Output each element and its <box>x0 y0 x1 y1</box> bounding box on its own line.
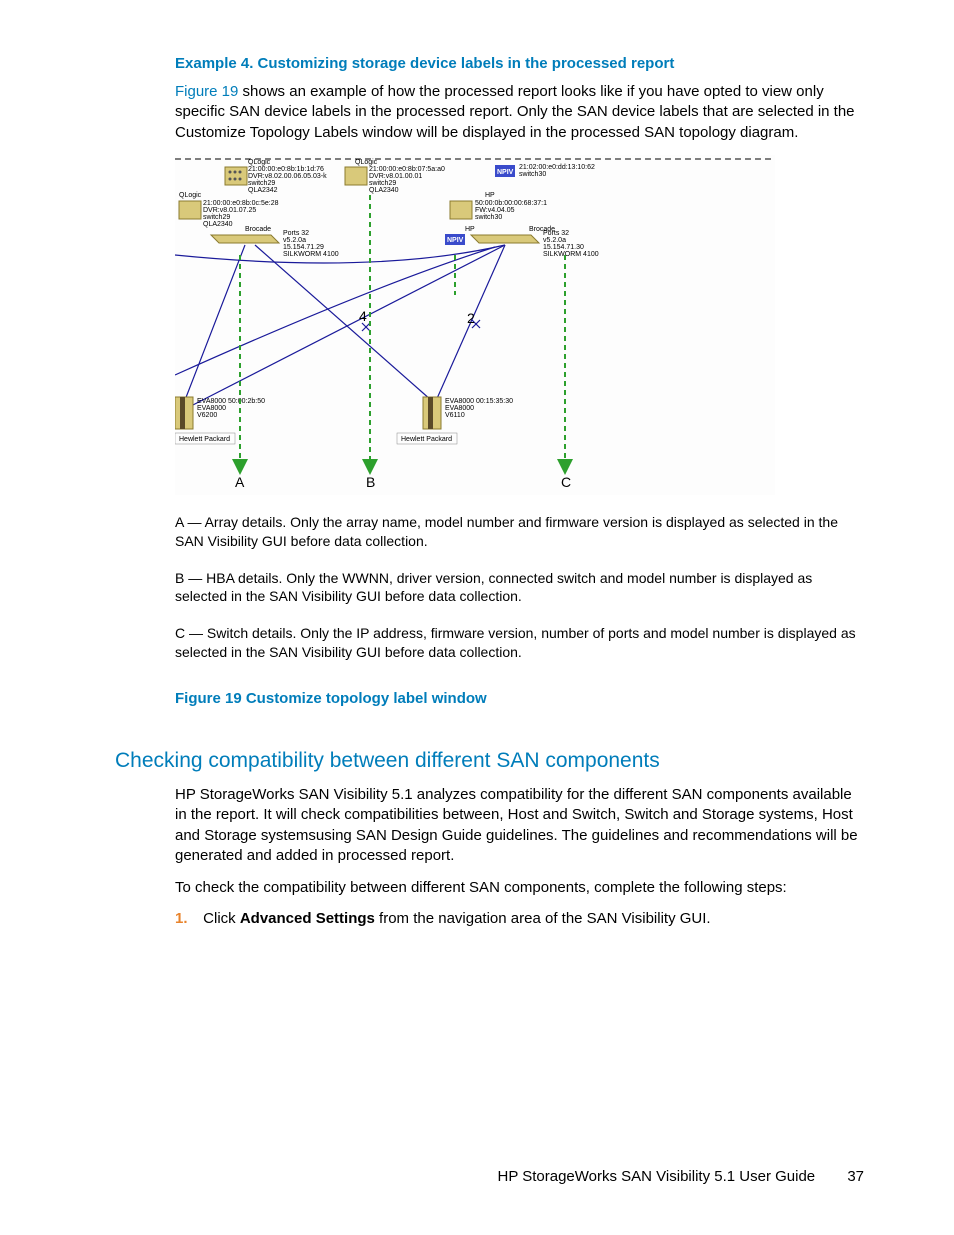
svg-text:switch30: switch30 <box>519 171 546 178</box>
svg-text:NPIV: NPIV <box>447 237 464 244</box>
svg-text:QLA2340: QLA2340 <box>369 187 399 194</box>
svg-text:EVA8000: EVA8000 <box>445 405 474 412</box>
svg-text:EVA8000: EVA8000 <box>197 405 226 412</box>
svg-text:Ports 32: Ports 32 <box>543 230 569 237</box>
svg-text:C: C <box>561 474 571 490</box>
svg-text:QLogic: QLogic <box>355 159 378 166</box>
step-1-bold: Advanced Settings <box>240 910 375 927</box>
svg-text:HP: HP <box>465 226 475 233</box>
footer-page-number: 37 <box>847 1168 864 1185</box>
svg-text:QLA2340: QLA2340 <box>203 221 233 228</box>
svg-text:EVA8000 00:15:35:30: EVA8000 00:15:35:30 <box>445 398 513 405</box>
svg-text:QLogic: QLogic <box>248 159 271 166</box>
svg-text:switch30: switch30 <box>475 214 502 221</box>
legend-b: B — HBA details. Only the WWNN, driver v… <box>175 569 864 607</box>
svg-text:21:00:00:e0:8b:0c:5e:28: 21:00:00:e0:8b:0c:5e:28 <box>203 200 279 207</box>
svg-text:NPIV: NPIV <box>497 169 514 176</box>
section-p1: HP StorageWorks SAN Visibility 5.1 analy… <box>175 785 864 866</box>
intro-paragraph: Figure 19 shows an example of how the pr… <box>175 82 864 143</box>
svg-text:v5.2.0a: v5.2.0a <box>543 237 566 244</box>
svg-text:QLogic: QLogic <box>179 192 202 199</box>
svg-text:15.154.71.30: 15.154.71.30 <box>543 244 584 251</box>
svg-text:HP: HP <box>485 192 495 199</box>
svg-text:V6200: V6200 <box>197 412 217 419</box>
svg-text:Brocade: Brocade <box>245 226 271 233</box>
svg-text:DVR:v8.02.00.06.05.03-k: DVR:v8.02.00.06.05.03-k <box>248 173 327 180</box>
svg-text:21:00:00:e0:8b:1b:1d:76: 21:00:00:e0:8b:1b:1d:76 <box>248 166 324 173</box>
footer-title: HP StorageWorks SAN Visibility 5.1 User … <box>498 1168 816 1185</box>
svg-text:switch29: switch29 <box>248 180 275 187</box>
svg-text:EVA8000 50:00:2b:50: EVA8000 50:00:2b:50 <box>197 398 265 405</box>
svg-text:15.154.71.29: 15.154.71.29 <box>283 244 324 251</box>
svg-text:4: 4 <box>359 308 367 324</box>
svg-text:Ports 32: Ports 32 <box>283 230 309 237</box>
section-heading-compatibility: Checking compatibility between different… <box>115 749 864 773</box>
svg-text:A: A <box>235 474 245 490</box>
svg-text:2: 2 <box>467 310 475 326</box>
svg-text:V6110: V6110 <box>445 412 465 419</box>
page-footer: HP StorageWorks SAN Visibility 5.1 User … <box>498 1168 865 1185</box>
svg-text:v5.2.0a: v5.2.0a <box>283 237 306 244</box>
intro-text: shows an example of how the processed re… <box>175 83 855 141</box>
svg-text:switch29: switch29 <box>369 180 396 187</box>
svg-text:Hewlett Packard: Hewlett Packard <box>401 436 452 443</box>
svg-text:QLA2342: QLA2342 <box>248 187 278 194</box>
step-1-number: 1. <box>175 910 199 927</box>
svg-text:DVR:v8.01.00.01: DVR:v8.01.00.01 <box>369 173 422 180</box>
figure-19-link[interactable]: Figure 19 <box>175 83 238 100</box>
example-heading: Example 4. Customizing storage device la… <box>175 55 864 72</box>
step-1: 1. Click Advanced Settings from the navi… <box>175 910 864 927</box>
svg-text:50:00:0b:00:00:68:37:1: 50:00:0b:00:00:68:37:1 <box>475 200 547 207</box>
svg-text:SILKWORM 4100: SILKWORM 4100 <box>543 251 599 258</box>
step-1-text-a: Click <box>203 910 240 927</box>
topology-diagram: QLogic 21:00:00:e0:8b:1b:1d:76 DVR:v8.02… <box>175 155 775 495</box>
svg-text:B: B <box>366 474 375 490</box>
svg-text:DVR:v8.01.07.25: DVR:v8.01.07.25 <box>203 207 256 214</box>
legend-c: C — Switch details. Only the IP address,… <box>175 624 864 662</box>
legend-a: A — Array details. Only the array name, … <box>175 513 864 551</box>
svg-text:switch29: switch29 <box>203 214 230 221</box>
svg-text:FW:v4.04.05: FW:v4.04.05 <box>475 207 515 214</box>
figure-caption: Figure 19 Customize topology label windo… <box>175 690 864 707</box>
section-p2: To check the compatibility between diffe… <box>175 878 864 898</box>
svg-text:21:02:00:e0:dd:13:10:62: 21:02:00:e0:dd:13:10:62 <box>519 164 595 171</box>
svg-text:21:00:00:e0:8b:07:5a:a0: 21:00:00:e0:8b:07:5a:a0 <box>369 166 445 173</box>
svg-text:Hewlett Packard: Hewlett Packard <box>179 436 230 443</box>
step-1-text-b: from the navigation area of the SAN Visi… <box>375 910 711 927</box>
svg-text:SILKWORM 4100: SILKWORM 4100 <box>283 251 339 258</box>
